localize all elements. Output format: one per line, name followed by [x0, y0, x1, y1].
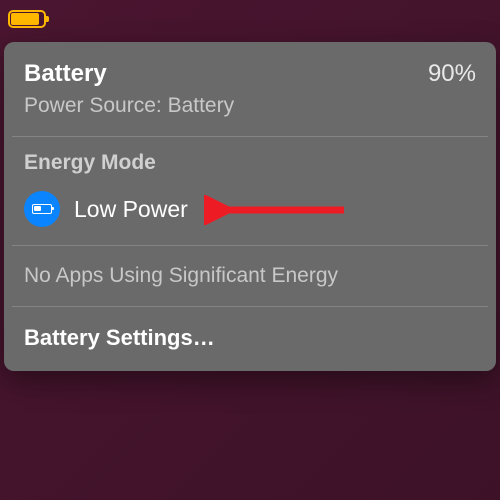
annotation-arrow-icon	[204, 195, 354, 225]
battery-percentage: 90%	[428, 60, 476, 88]
battery-header: Battery 90%	[4, 42, 496, 92]
battery-fill	[11, 13, 39, 25]
battery-title: Battery	[24, 60, 107, 88]
energy-mode-low-power[interactable]: Low Power	[4, 185, 496, 245]
battery-settings-button[interactable]: Battery Settings…	[4, 307, 496, 371]
menubar-battery-icon[interactable]	[8, 10, 46, 28]
battery-menu-panel: Battery 90% Power Source: Battery Energy…	[4, 42, 496, 371]
battery-half-icon	[32, 204, 52, 214]
battery-cap	[46, 16, 49, 22]
low-power-icon-circle	[24, 191, 60, 227]
battery-icon	[8, 10, 46, 28]
power-source-label: Power Source: Battery	[4, 92, 496, 136]
energy-mode-heading: Energy Mode	[4, 137, 496, 185]
low-power-label: Low Power	[74, 196, 188, 223]
significant-energy-label: No Apps Using Significant Energy	[4, 246, 496, 306]
